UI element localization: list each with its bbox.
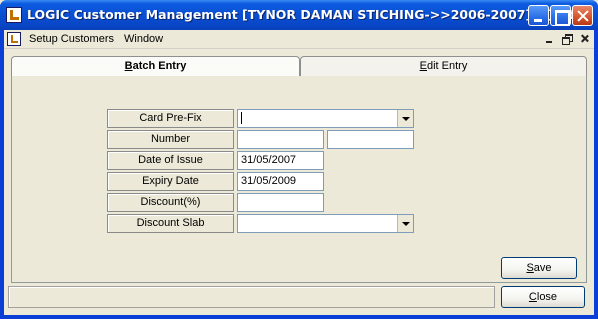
menu-setup-customers[interactable]: Setup Customers xyxy=(29,33,114,45)
save-mnemonic: S xyxy=(526,262,534,274)
number-to-input[interactable] xyxy=(327,130,414,149)
expiry-date-label: Expiry Date xyxy=(107,172,234,191)
chevron-down-icon[interactable] xyxy=(397,215,413,232)
tab-batch-entry-mnemonic: B xyxy=(124,60,133,72)
discount-label: Discount(%) xyxy=(107,193,234,212)
chevron-down-icon[interactable] xyxy=(397,110,413,127)
maximize-button[interactable] xyxy=(550,5,571,26)
close-window-button[interactable] xyxy=(572,5,593,26)
text-caret xyxy=(241,112,242,125)
date-of-issue-input[interactable]: 31/05/2007 xyxy=(237,151,324,170)
date-of-issue-label: Date of Issue xyxy=(107,151,234,170)
menu-window[interactable]: Window xyxy=(124,33,163,45)
minimize-button[interactable] xyxy=(528,5,549,26)
tab-edit-entry-label: dit Entry xyxy=(426,60,468,72)
close-button[interactable]: Close xyxy=(501,286,585,308)
save-label: ave xyxy=(533,262,552,274)
app-window: LOGIC Customer Management [TYNOR DAMAN S… xyxy=(0,0,598,319)
child-close-icon[interactable] xyxy=(578,32,592,45)
child-restore-icon[interactable] xyxy=(560,32,574,45)
tab-edit-entry[interactable]: Edit Entry xyxy=(300,56,587,76)
document-logo-icon[interactable] xyxy=(7,32,21,46)
client-area: Setup Customers Window Batch Entry Edit … xyxy=(4,30,594,315)
save-button[interactable]: Save xyxy=(501,257,577,279)
tab-edit-entry-mnemonic: E xyxy=(419,60,427,72)
number-label: Number xyxy=(107,130,234,149)
close-mnemonic: C xyxy=(528,291,537,303)
app-logo-icon[interactable] xyxy=(6,7,22,23)
card-prefix-combo[interactable] xyxy=(237,109,414,128)
menu-bar: Setup Customers Window xyxy=(4,30,594,49)
tab-batch-entry[interactable]: Batch Entry xyxy=(11,56,300,76)
title-bar[interactable]: LOGIC Customer Management [TYNOR DAMAN S… xyxy=(0,0,598,30)
discount-slab-label: Discount Slab xyxy=(107,214,234,233)
card-prefix-label: Card Pre-Fix xyxy=(107,109,234,128)
status-bar xyxy=(8,286,495,308)
window-title: LOGIC Customer Management [TYNOR DAMAN S… xyxy=(27,7,589,22)
close-label: lose xyxy=(536,291,558,303)
child-minimize-icon[interactable] xyxy=(542,32,556,45)
tab-batch-entry-label: atch Entry xyxy=(132,60,187,72)
number-from-input[interactable] xyxy=(237,130,324,149)
discount-input[interactable] xyxy=(237,193,324,212)
discount-slab-combo[interactable] xyxy=(237,214,414,233)
expiry-date-input[interactable]: 31/05/2009 xyxy=(237,172,324,191)
